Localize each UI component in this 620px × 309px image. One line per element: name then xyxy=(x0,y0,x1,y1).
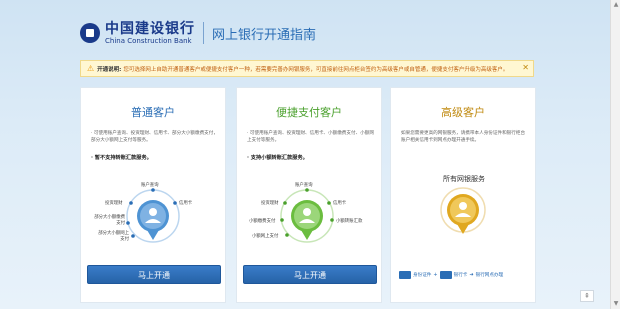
step-label: 身份证件 xyxy=(413,273,432,278)
notice-text: 您可选择网上自助开通普通客户或便捷支付客户一种，若需要完善办网银服务，可直接前往… xyxy=(123,66,509,73)
feature-label: 部分大小额缴费支付 xyxy=(94,215,125,226)
card-note: · 支持小额转账汇款服务。 xyxy=(247,155,308,161)
card-note: · 暂不支持转账汇款服务。 xyxy=(91,155,152,161)
card-description: · 可使用账户查询、投资理财、信用卡、小额缴费支付、小额网上支付等服务。 xyxy=(247,131,374,143)
header: 中国建设银行 China Construction Bank 网上银行开通指南 xyxy=(80,18,316,48)
feature-label: 投资理财 xyxy=(261,201,279,206)
scroll-up-icon[interactable]: ▲ xyxy=(612,1,620,9)
step-label: 银行卡 xyxy=(453,273,468,278)
warning-icon: ⚠ xyxy=(87,64,95,73)
diagram-graphic xyxy=(440,187,486,234)
card-advanced: 高级客户 如果您需要更高的网银服务，请携带本人身份证件和银行柜台账户相关信用卡到… xyxy=(390,87,536,303)
notice-bar: ⚠ 开通说明: 您可选择网上自助开通普通客户或便捷支付客户一种，若需要完善办网银… xyxy=(80,60,534,77)
feature-label: 投资理财 xyxy=(105,201,123,206)
feature-diagram: 账户查询 投资理财 信用卡 小额缴费支付 小额转账汇款 小额网上支付 xyxy=(237,168,383,263)
feature-label: 小额缴费支付 xyxy=(249,219,276,224)
service-diagram xyxy=(391,184,537,279)
card-quick-pay: 便捷支付客户 · 可使用账户查询、投资理财、信用卡、小额缴费支付、小额网上支付等… xyxy=(236,87,382,303)
id-card-icon xyxy=(399,271,411,279)
feature-label: 信用卡 xyxy=(333,201,347,206)
open-regular-button[interactable]: 马上开通 xyxy=(87,265,221,284)
card-description: · 可使用账户查询、投资理财、信用卡、部分大小额缴费支付，部分大小额网上支付等服… xyxy=(91,131,218,143)
card-regular: 普通客户 · 可使用账户查询、投资理财、信用卡、部分大小额缴费支付，部分大小额网… xyxy=(80,87,226,303)
arrow-right-icon: ➜ xyxy=(469,272,474,278)
card-title: 普通客户 xyxy=(131,106,175,119)
feature-label: 账户查询 xyxy=(141,183,159,188)
service-label: 所有网银服务 xyxy=(443,175,485,183)
card-title: 便捷支付客户 xyxy=(276,106,342,119)
feature-label: 信用卡 xyxy=(179,201,193,206)
feature-label: 小额网上支付 xyxy=(252,234,279,239)
back-to-top-button[interactable]: ⇞ xyxy=(580,290,594,302)
scroll-down-icon[interactable]: ▼ xyxy=(612,300,620,308)
close-icon[interactable]: ✕ xyxy=(522,63,529,72)
card-title: 高级客户 xyxy=(441,106,485,119)
scrollbar[interactable]: ▲ ▼ xyxy=(610,0,620,309)
header-divider xyxy=(203,22,204,44)
bank-card-icon xyxy=(439,271,452,279)
requirement-steps: 身份证件 + 银行卡 ➜ 银行网点办理 xyxy=(399,271,503,279)
feature-label: 部分大小额网上支付 xyxy=(98,231,129,242)
logo-english: China Construction Bank xyxy=(105,36,192,45)
open-quick-pay-button[interactable]: 马上开通 xyxy=(243,265,377,284)
feature-label: 账户查询 xyxy=(295,183,313,188)
plus-icon: + xyxy=(433,272,438,278)
page-title: 网上银行开通指南 xyxy=(212,27,317,43)
ccb-logo-icon xyxy=(80,23,100,43)
logo: 中国建设银行 China Construction Bank xyxy=(105,22,195,45)
feature-diagram: 账户查询 投资理财 信用卡 部分大小额缴费支付 部分大小额网上支付 xyxy=(81,168,227,263)
notice-label: 开通说明: xyxy=(97,66,122,73)
step-label: 银行网点办理 xyxy=(475,273,504,278)
logo-chinese: 中国建设银行 xyxy=(105,20,195,37)
feature-label: 小额转账汇款 xyxy=(336,219,363,224)
card-description: 如果您需要更高的网银服务，请携带本人身份证件和银行柜台账户相关信用卡到网点办理开… xyxy=(401,131,526,143)
